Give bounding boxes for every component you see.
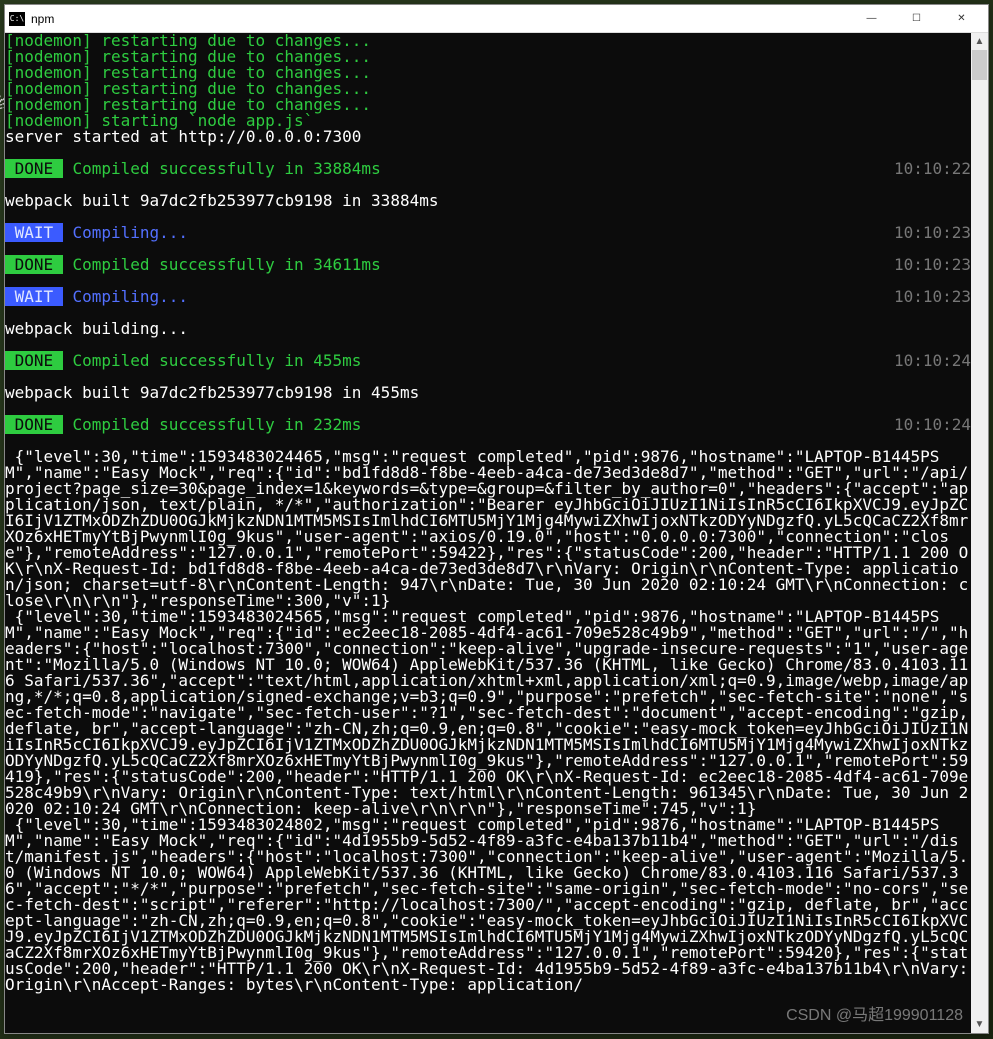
scrollbar-track[interactable] — [971, 50, 988, 1016]
scrollbar-thumb[interactable] — [972, 50, 987, 80]
minimize-button[interactable]: — — [849, 5, 894, 33]
vertical-scrollbar[interactable]: ▲ ▼ — [971, 33, 988, 1033]
close-button[interactable]: ✕ — [939, 5, 984, 33]
window-controls: — ☐ ✕ — [849, 5, 984, 33]
titlebar[interactable]: C:\ npm — ☐ ✕ — [5, 5, 988, 33]
terminal-window: C:\ npm — ☐ ✕ [nodemon] restarting due t… — [4, 4, 989, 1034]
scroll-up-arrow[interactable]: ▲ — [971, 33, 988, 50]
console-area: [nodemon] restarting due to changes...[n… — [5, 33, 988, 1033]
maximize-button[interactable]: ☐ — [894, 5, 939, 33]
cmd-icon: C:\ — [9, 12, 25, 26]
window-title: npm — [31, 12, 849, 26]
console-output[interactable]: [nodemon] restarting due to changes...[n… — [5, 33, 971, 1033]
scroll-down-arrow[interactable]: ▼ — [971, 1016, 988, 1033]
